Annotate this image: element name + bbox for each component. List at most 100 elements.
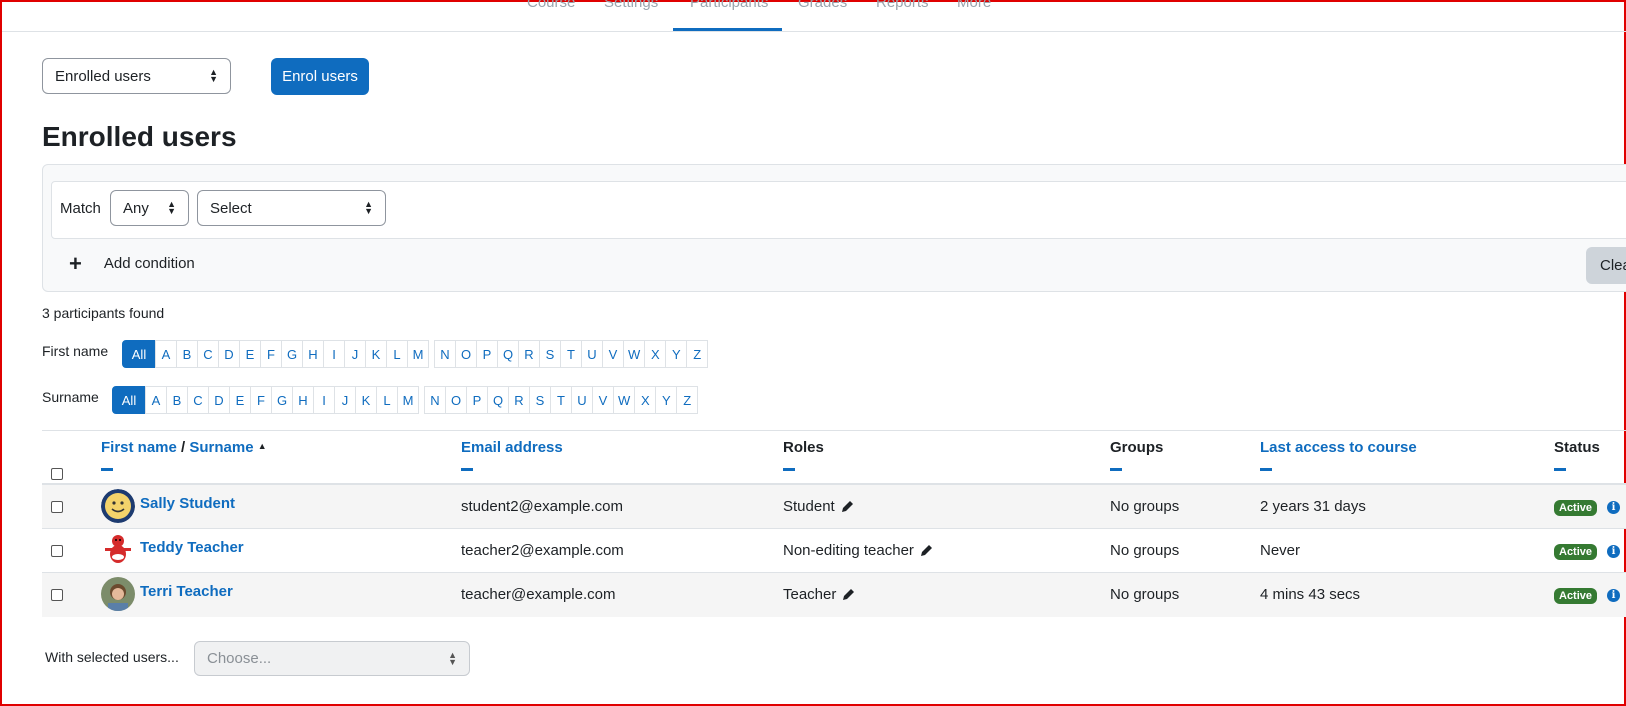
firstname-letter-j[interactable]: J [344,340,366,368]
surname-letter-r[interactable]: R [508,386,530,414]
edit-pencil-icon[interactable] [920,544,933,561]
surname-letter-y[interactable]: Y [655,386,678,414]
surname-letter-x[interactable]: X [634,386,657,414]
firstname-letter-s[interactable]: S [539,340,561,368]
surname-initials-bar: All A B C D E F G H I J K L M N O P Q R S T U V W X Y Z [112,386,699,414]
surname-letter-j[interactable]: J [334,386,356,414]
firstname-letter-p[interactable]: P [476,340,498,368]
firstname-letter-x[interactable]: X [644,340,667,368]
surname-letter-d[interactable]: D [208,386,230,414]
tab-course[interactable]: Course [527,0,575,11]
info-icon[interactable]: i [1607,589,1620,602]
surname-letter-c[interactable]: C [187,386,209,414]
firstname-letter-t[interactable]: T [560,340,582,368]
firstname-letter-q[interactable]: Q [497,340,519,368]
active-tab-indicator [673,28,782,31]
teddy-avatar [101,533,135,567]
firstname-letter-l[interactable]: L [386,340,408,368]
firstname-letter-h[interactable]: H [302,340,324,368]
match-select[interactable]: Any ▲ ▼ [110,190,189,226]
firstname-letter-r[interactable]: R [518,340,540,368]
firstname-letter-w[interactable]: W [623,340,646,368]
info-icon[interactable]: i [1607,501,1620,514]
add-condition-button[interactable]: + Add condition [69,252,195,274]
surname-letter-h[interactable]: H [292,386,314,414]
bulk-action-placeholder: Choose... [207,650,272,667]
firstname-letter-u[interactable]: U [581,340,603,368]
firstname-letter-e[interactable]: E [239,340,261,368]
collapse-status-icon[interactable] [1554,468,1566,471]
firstname-letter-n[interactable]: N [434,340,456,368]
firstname-all-button[interactable]: All [122,340,156,368]
email-header[interactable]: Email address [461,439,563,456]
surname-letter-w[interactable]: W [613,386,636,414]
surname-letter-g[interactable]: G [271,386,293,414]
firstname-letter-i[interactable]: I [323,340,345,368]
edit-pencil-icon[interactable] [841,500,854,517]
firstname-letter-z[interactable]: Z [686,340,709,368]
surname-letter-s[interactable]: S [529,386,551,414]
user-name-cell[interactable]: Sally Student [101,489,235,523]
clear-filters-button[interactable]: Clea [1586,247,1626,284]
info-icon[interactable]: i [1607,545,1620,558]
firstname-letter-d[interactable]: D [218,340,240,368]
filter-type-select[interactable]: Select ▲ ▼ [197,190,386,226]
firstname-letter-b[interactable]: B [176,340,198,368]
surname-letter-i[interactable]: I [313,386,335,414]
lastaccess-header[interactable]: Last access to course [1260,439,1417,456]
select-all-checkbox[interactable] [51,468,63,480]
surname-letter-l[interactable]: L [376,386,398,414]
firstname-letter-a[interactable]: A [155,340,177,368]
firstname-letter-g[interactable]: G [281,340,303,368]
surname-letter-v[interactable]: V [592,386,614,414]
edit-pencil-icon[interactable] [842,588,855,605]
tab-more[interactable]: More [957,0,991,11]
row-checkbox[interactable] [51,545,63,557]
firstname-letter-o[interactable]: O [455,340,477,368]
surname-letter-z[interactable]: Z [676,386,699,414]
user-name-link[interactable]: Terri Teacher [140,583,233,600]
surname-letter-q[interactable]: Q [487,386,509,414]
collapse-email-icon[interactable] [461,468,473,471]
email-cell: teacher2@example.com [461,542,624,559]
table-header: First name / Surname ▲ Email address Rol… [42,430,1626,485]
surname-letter-t[interactable]: T [550,386,572,414]
surname-letter-n[interactable]: N [424,386,446,414]
user-name-cell[interactable]: Terri Teacher [101,577,233,611]
firstname-letter-c[interactable]: C [197,340,219,368]
bulk-action-select[interactable]: Choose... ▲ ▼ [194,641,470,676]
user-name-link[interactable]: Teddy Teacher [140,539,244,556]
firstname-letter-f[interactable]: F [260,340,282,368]
firstname-letter-k[interactable]: K [365,340,387,368]
enrol-users-button[interactable]: Enrol users [271,58,369,95]
surname-letter-p[interactable]: P [466,386,488,414]
collapse-name-icon[interactable] [101,468,113,471]
tab-participants[interactable]: Participants [690,0,768,11]
surname-letter-k[interactable]: K [355,386,377,414]
surname-letter-e[interactable]: E [229,386,251,414]
page-select[interactable]: Enrolled users ▲ ▼ [42,58,231,94]
groups-cell: No groups [1110,586,1180,603]
row-checkbox[interactable] [51,589,63,601]
user-name-link[interactable]: Sally Student [140,495,235,512]
tab-grades[interactable]: Grades [798,0,847,11]
surname-letter-f[interactable]: F [250,386,272,414]
tab-reports[interactable]: Reports [876,0,929,11]
collapse-groups-icon[interactable] [1110,468,1122,471]
sort-surname-link[interactable]: Surname [189,439,253,456]
firstname-letter-m[interactable]: M [407,340,429,368]
firstname-letter-v[interactable]: V [602,340,624,368]
surname-letter-a[interactable]: A [145,386,167,414]
row-checkbox[interactable] [51,501,63,513]
surname-all-button[interactable]: All [112,386,146,414]
collapse-lastaccess-icon[interactable] [1260,468,1272,471]
collapse-roles-icon[interactable] [783,468,795,471]
tab-settings[interactable]: Settings [604,0,658,11]
user-name-cell[interactable]: Teddy Teacher [101,533,244,567]
surname-letter-m[interactable]: M [397,386,419,414]
surname-letter-b[interactable]: B [166,386,188,414]
firstname-letter-y[interactable]: Y [665,340,688,368]
sort-firstname-link[interactable]: First name [101,439,177,456]
surname-letter-o[interactable]: O [445,386,467,414]
surname-letter-u[interactable]: U [571,386,593,414]
